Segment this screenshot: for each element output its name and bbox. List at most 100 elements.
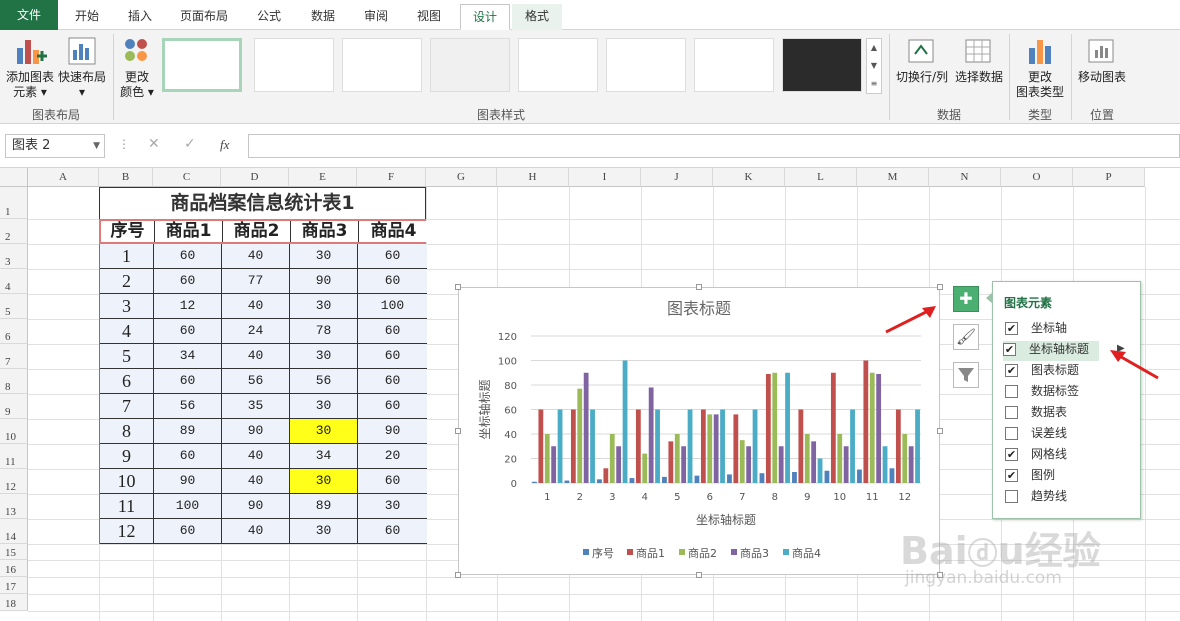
tab-insert[interactable]: 插入 (116, 4, 164, 30)
add-chart-element-button[interactable]: 添加图表 元素 ▾ (4, 34, 56, 100)
table-cell[interactable]: 60 (358, 519, 427, 544)
column-header-a[interactable]: A (28, 168, 99, 187)
table-cell[interactable]: 56 (290, 369, 358, 394)
row-header-7[interactable]: 7 (0, 344, 28, 369)
table-cell[interactable]: 12 (154, 294, 222, 319)
table-cell[interactable]: 10 (100, 469, 154, 494)
table-cell[interactable]: 60 (154, 444, 222, 469)
column-header-h[interactable]: H (497, 168, 569, 187)
column-header-f[interactable]: F (357, 168, 426, 187)
row-header-15[interactable]: 15 (0, 544, 28, 560)
table-cell[interactable]: 12 (100, 519, 154, 544)
table-cell[interactable]: 5 (100, 344, 154, 369)
table-cell[interactable]: 40 (222, 519, 290, 544)
resize-handle[interactable] (937, 428, 943, 434)
table-cell[interactable]: 30 (290, 394, 358, 419)
chart-style-3[interactable] (342, 38, 422, 92)
change-colors-button[interactable]: 更改 颜色 ▾ (116, 34, 158, 100)
table-cell[interactable]: 8 (100, 419, 154, 444)
tab-file[interactable]: 文件 (0, 0, 58, 30)
table-cell[interactable]: 60 (154, 369, 222, 394)
column-header-b[interactable]: B (99, 168, 153, 187)
resize-handle[interactable] (937, 284, 943, 290)
column-header-o[interactable]: O (1001, 168, 1073, 187)
row-header-10[interactable]: 10 (0, 419, 28, 444)
checkbox[interactable]: ✔ (1005, 469, 1018, 482)
change-chart-type-button[interactable]: 更改 图表类型 (1012, 36, 1068, 100)
tab-data[interactable]: 数据 (298, 4, 348, 30)
chart-style-1[interactable] (162, 38, 242, 92)
checkbox[interactable]: ✔ (1005, 322, 1018, 335)
column-header-d[interactable]: D (221, 168, 289, 187)
switch-row-column-button[interactable]: 切换行/列 (892, 36, 952, 85)
row-header-8[interactable]: 8 (0, 369, 28, 394)
tab-review[interactable]: 审阅 (352, 4, 400, 30)
table-cell[interactable]: 40 (222, 294, 290, 319)
table-cell[interactable]: 89 (154, 419, 222, 444)
chart-style-7[interactable] (694, 38, 774, 92)
chart-filters-button[interactable] (953, 362, 979, 388)
table-cell[interactable]: 2 (100, 269, 154, 294)
row-header-3[interactable]: 3 (0, 244, 28, 269)
row-header-11[interactable]: 11 (0, 444, 28, 469)
table-cell[interactable]: 78 (290, 319, 358, 344)
resize-handle[interactable] (455, 572, 461, 578)
table-cell[interactable]: 40 (222, 469, 290, 494)
checkbox[interactable]: ✔ (1005, 448, 1018, 461)
table-cell[interactable]: 90 (154, 469, 222, 494)
table-cell[interactable]: 11 (100, 494, 154, 519)
table-cell[interactable]: 60 (358, 269, 427, 294)
checkbox[interactable] (1005, 490, 1018, 503)
resize-handle[interactable] (696, 572, 702, 578)
table-cell[interactable]: 30 (290, 344, 358, 369)
table-cell[interactable]: 60 (154, 519, 222, 544)
formula-input[interactable] (248, 134, 1180, 158)
column-header-j[interactable]: J (641, 168, 713, 187)
column-header-p[interactable]: P (1073, 168, 1145, 187)
table-cell[interactable]: 60 (154, 244, 222, 269)
checkbox[interactable] (1005, 385, 1018, 398)
chart-style-8[interactable] (782, 38, 862, 92)
row-header-2[interactable]: 2 (0, 219, 28, 244)
row-header-1[interactable]: 1 (0, 187, 28, 219)
table-cell[interactable]: 30 (290, 519, 358, 544)
table-cell[interactable]: 30 (290, 294, 358, 319)
tab-design[interactable]: 设计 (460, 4, 510, 30)
chevron-down-icon[interactable]: ▼ (93, 135, 100, 157)
table-cell[interactable]: 89 (290, 494, 358, 519)
table-header-cell[interactable]: 商品3 (291, 221, 359, 242)
resize-handle[interactable] (696, 284, 702, 290)
table-header-cell[interactable]: 序号 (101, 221, 155, 242)
confirm-icon[interactable]: ✓ (184, 136, 196, 152)
checkbox[interactable]: ✔ (1003, 343, 1016, 356)
table-header-cell[interactable]: 商品1 (155, 221, 223, 242)
table-cell[interactable]: 100 (358, 294, 427, 319)
chart-styles-button[interactable]: 🖌 (953, 324, 979, 350)
column-header-c[interactable]: C (153, 168, 221, 187)
row-header-9[interactable]: 9 (0, 394, 28, 419)
table-cell[interactable]: 30 (358, 494, 427, 519)
quick-layout-button[interactable]: 快速布局 ▾ (56, 34, 108, 100)
table-cell[interactable]: 90 (358, 419, 427, 444)
table-cell[interactable]: 60 (358, 469, 427, 494)
tab-page-layout[interactable]: 页面布局 (168, 4, 240, 30)
row-header-16[interactable]: 16 (0, 560, 28, 577)
table-cell[interactable]: 60 (358, 394, 427, 419)
table-header-cell[interactable]: 商品2 (223, 221, 291, 242)
column-header-e[interactable]: E (289, 168, 357, 187)
chart-style-2[interactable] (254, 38, 334, 92)
table-cell[interactable]: 56 (222, 369, 290, 394)
row-header-17[interactable]: 17 (0, 577, 28, 594)
column-header-l[interactable]: L (785, 168, 857, 187)
row-header-12[interactable]: 12 (0, 469, 28, 494)
column-header-i[interactable]: I (569, 168, 641, 187)
resize-handle[interactable] (455, 428, 461, 434)
tab-format[interactable]: 格式 (512, 4, 562, 30)
chart-style-5[interactable] (518, 38, 598, 92)
table-cell[interactable]: 40 (222, 244, 290, 269)
table-cell[interactable]: 6 (100, 369, 154, 394)
row-header-5[interactable]: 5 (0, 294, 28, 319)
table-cell[interactable]: 60 (358, 319, 427, 344)
checkbox[interactable]: ✔ (1005, 364, 1018, 377)
table-cell[interactable]: 9 (100, 444, 154, 469)
